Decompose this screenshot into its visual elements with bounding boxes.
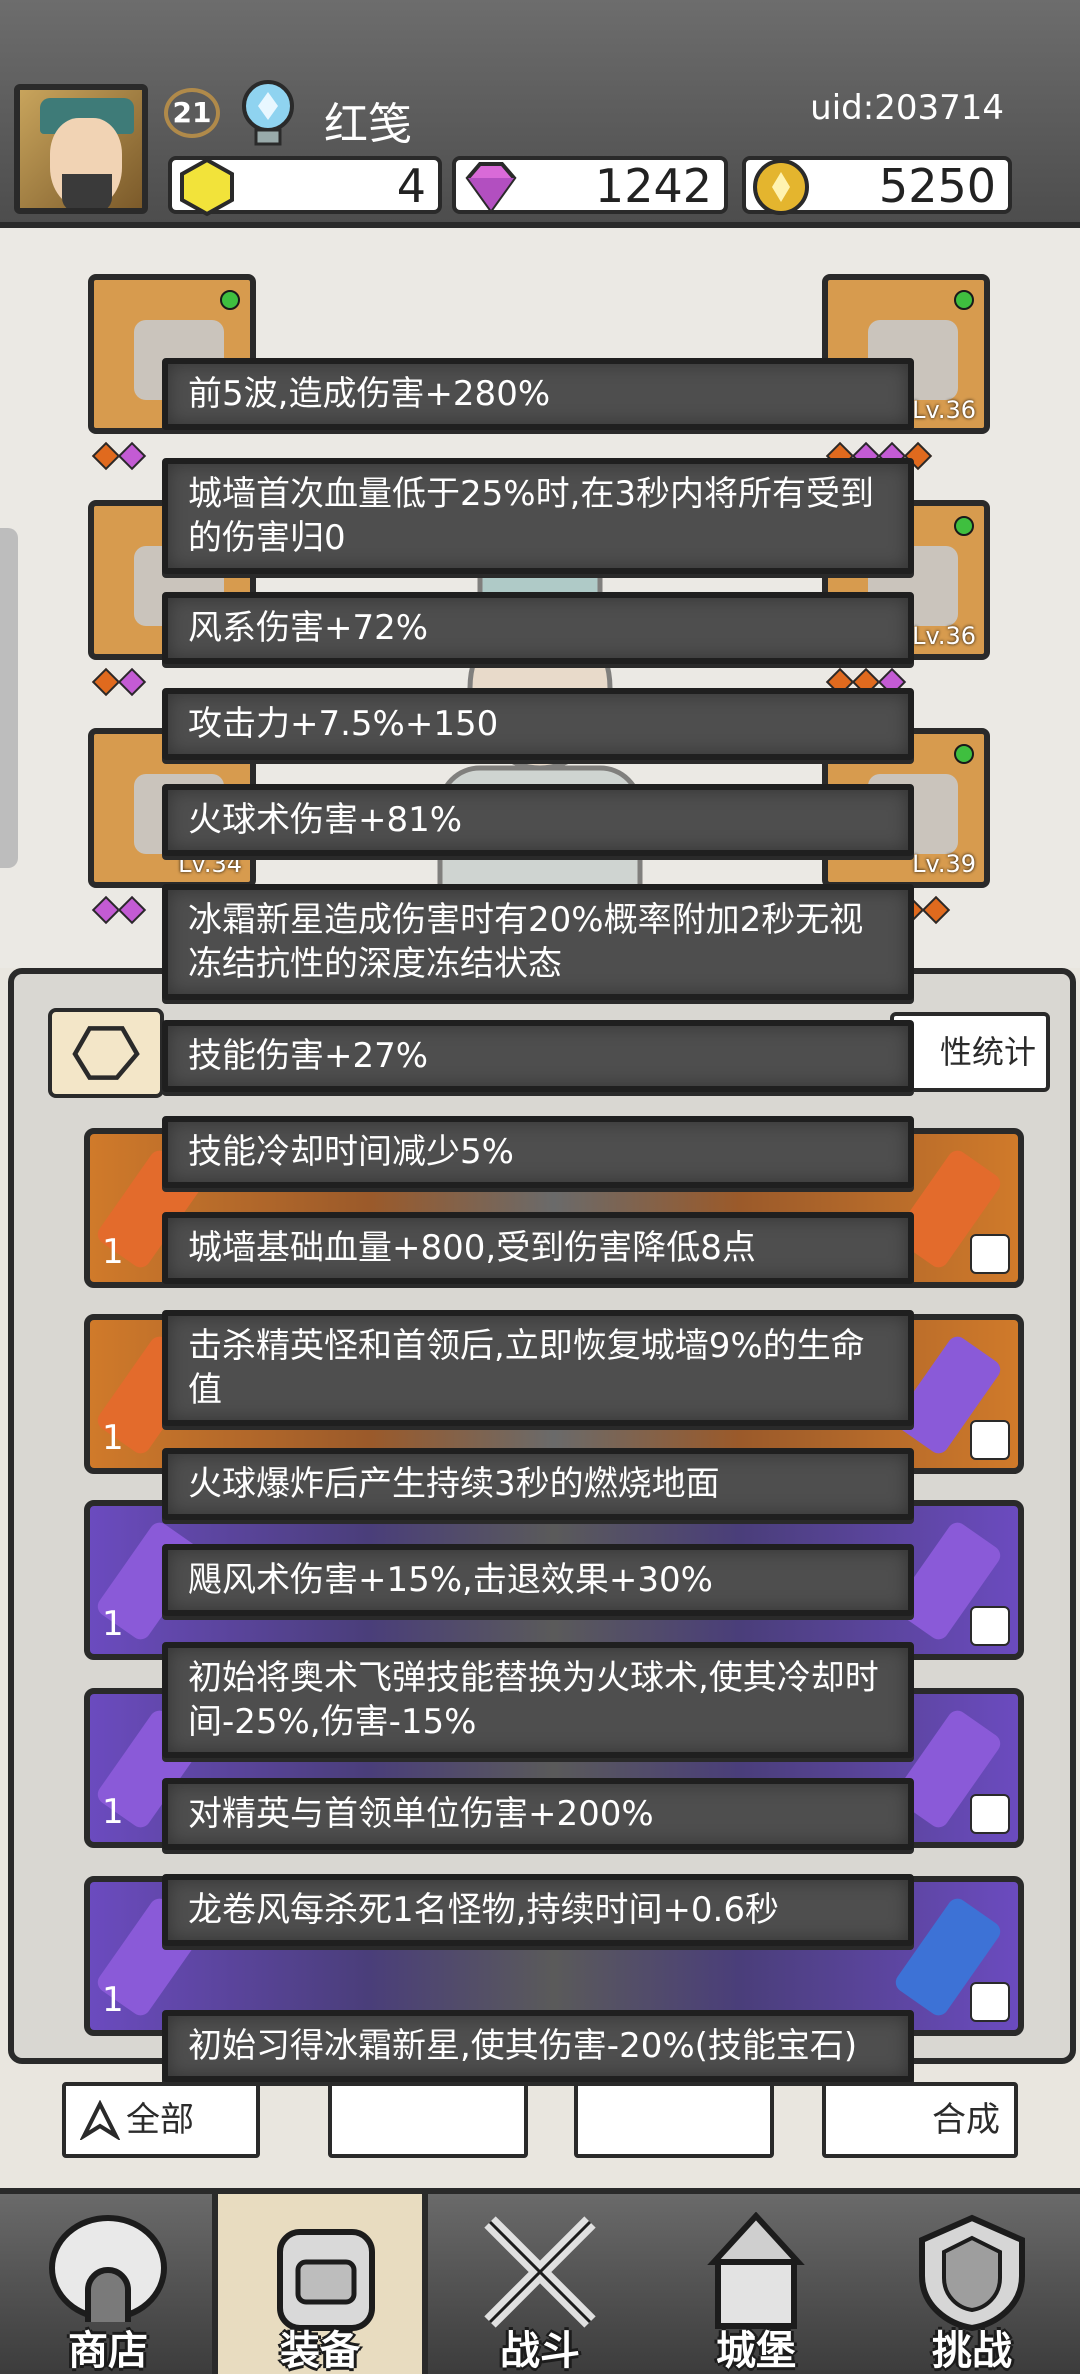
necklace-icon [970, 1794, 1010, 1834]
glove-icon [970, 1982, 1010, 2022]
gem-outline-icon [72, 1026, 140, 1080]
diamond-icon [465, 162, 517, 214]
nav-equipment-label: 装备 [280, 2328, 360, 2374]
effect-line: 前5波,造成伤害+280% [162, 358, 914, 430]
nav-shop[interactable]: 商店 [0, 2194, 216, 2374]
ready-dot-icon [954, 744, 974, 764]
shield-crest-icon [919, 2214, 1025, 2332]
gold-gem-value: 4 [396, 159, 426, 213]
ready-dot-icon [220, 290, 240, 310]
nav-challenge[interactable]: 挑战 [864, 2194, 1080, 2374]
effect-line: 火球术伤害+81% [162, 784, 914, 856]
armor-icon [970, 1420, 1010, 1460]
ready-dot-icon [954, 290, 974, 310]
slot-gems [91, 667, 148, 698]
effect-line: 城墙基础血量+800,受到伤害降低8点 [162, 1212, 914, 1284]
filter-all-button[interactable]: 全部 [62, 2082, 260, 2158]
ring-icon [970, 1234, 1010, 1274]
effect-line: 飓风术伤害+15%,击退效果+30% [162, 1544, 914, 1616]
effect-line: 冰霜新星造成伤害时有20%概率附加2秒无视冻结抗性的深度冻结状态 [162, 884, 914, 1000]
gem-count: 1 [102, 1792, 124, 1832]
gold-coin-icon [753, 159, 809, 215]
nav-castle-label: 城堡 [716, 2328, 796, 2374]
player-level-badge: 21 [164, 88, 220, 138]
coin-counter[interactable]: 5250 [742, 156, 1012, 215]
sort-button[interactable] [328, 2082, 528, 2158]
sell-button[interactable] [574, 2082, 774, 2158]
bottom-nav: 商店 装备 战斗 城堡 挑战 [0, 2188, 1080, 2374]
player-avatar[interactable] [14, 84, 148, 214]
castle-icon [707, 2212, 805, 2329]
effect-line: 初始习得冰霜新星,使其伤害-20%(技能宝石) [162, 2010, 914, 2082]
crossed-swords-icon [484, 2216, 596, 2328]
slot-level: Lv.39 [912, 850, 976, 878]
effect-line: 技能冷却时间减少5% [162, 1116, 914, 1188]
ready-dot-icon [954, 516, 974, 536]
side-drawer-handle[interactable] [0, 528, 18, 868]
nav-battle[interactable]: 战斗 [432, 2194, 648, 2374]
slot-gems [91, 895, 148, 926]
effect-line: 击杀精英怪和首领后,立即恢复城墙9%的生命值 [162, 1310, 914, 1426]
backpack-icon [277, 2229, 375, 2331]
nav-equipment[interactable]: 装备 [212, 2194, 428, 2374]
diamond-value: 1242 [594, 159, 712, 213]
gold-gem-counter[interactable]: 4 [168, 156, 442, 217]
effect-line: 火球爆炸后产生持续3秒的燃烧地面 [162, 1448, 914, 1520]
merge-button[interactable]: 合成 [822, 2082, 1018, 2158]
effect-line: 对精英与首领单位伤害+200% [162, 1778, 914, 1850]
gem-count: 1 [102, 1980, 124, 2020]
gem-count: 1 [102, 1604, 124, 1644]
effect-line: 初始将奥术飞弹技能替换为火球术,使其冷却时间-25%,伤害-15% [162, 1642, 914, 1758]
effect-line: 城墙首次血量低于25%时,在3秒内将所有受到的伤害归0 [162, 458, 914, 574]
top-bar: 21 红笺 uid:203714 4 1242 5250 [0, 0, 1080, 228]
effect-line: 风系伤害+72% [162, 592, 914, 664]
slot-level: Lv.36 [912, 396, 976, 424]
effect-line: 攻击力+7.5%+150 [162, 688, 914, 760]
player-uid: uid:203714 [810, 88, 1004, 128]
boots-icon [970, 1606, 1010, 1646]
diamond-counter[interactable]: 1242 [452, 156, 728, 214]
yellow-gem-icon [180, 157, 234, 217]
coin-value: 5250 [878, 159, 996, 213]
gem-count: 1 [102, 1232, 124, 1272]
player-name: 红笺 [324, 99, 412, 150]
triangle-up-icon [80, 2100, 120, 2140]
effect-line: 技能伤害+27% [162, 1020, 914, 1092]
gem-filter-button[interactable] [48, 1008, 164, 1098]
shop-hut-icon [49, 2215, 167, 2322]
attribute-stats-button[interactable]: 性统计 [890, 1012, 1050, 1092]
nav-shop-label: 商店 [68, 2328, 148, 2374]
nav-battle-label: 战斗 [500, 2328, 580, 2374]
filter-all-label: 全部 [126, 2100, 194, 2140]
bag-action-bar: 全部 合成 [0, 2082, 1080, 2162]
trophy-icon[interactable] [232, 78, 304, 150]
gem-count: 1 [102, 1418, 124, 1458]
nav-challenge-label: 挑战 [932, 2328, 1012, 2374]
nav-castle[interactable]: 城堡 [648, 2194, 864, 2374]
merge-label: 合成 [932, 2100, 1000, 2140]
slot-gems [91, 441, 148, 472]
slot-level: Lv.36 [912, 622, 976, 650]
effect-line: 龙卷风每杀死1名怪物,持续时间+0.6秒 [162, 1874, 914, 1946]
